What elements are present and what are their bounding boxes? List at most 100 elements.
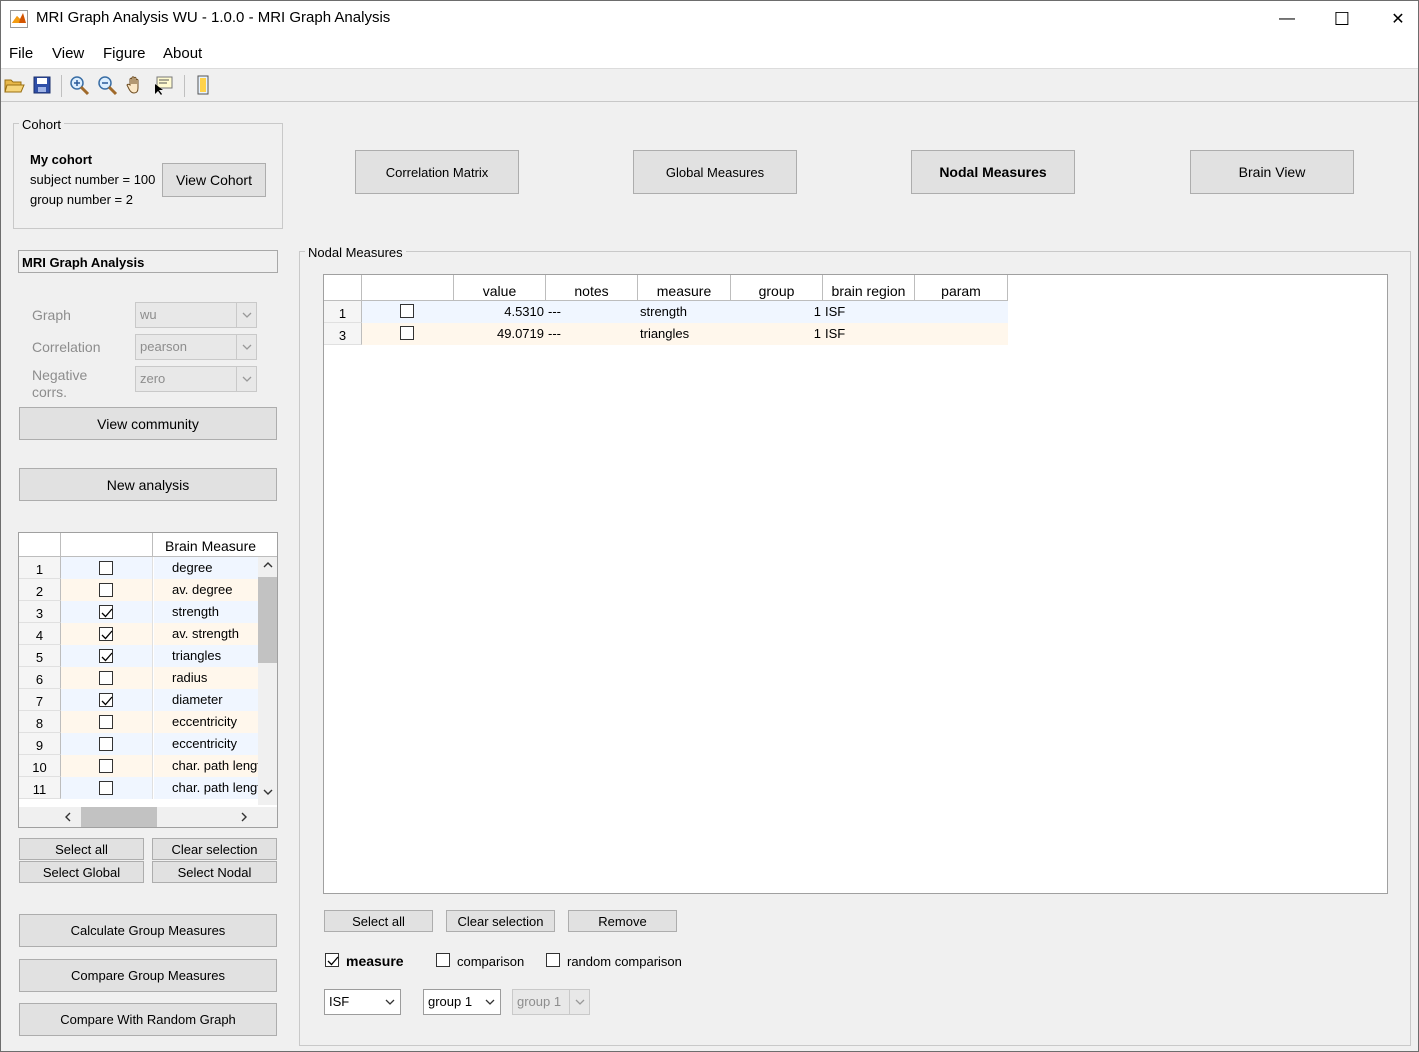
window-title: MRI Graph Analysis WU - 1.0.0 - MRI Grap…: [36, 9, 391, 26]
chevron-down-icon: [480, 990, 500, 1014]
measure-row[interactable]: 8 eccentricity: [19, 711, 259, 733]
global-measures-button[interactable]: Global Measures: [633, 150, 797, 194]
correlation-matrix-button[interactable]: Correlation Matrix: [355, 150, 519, 194]
brain-measures-table[interactable]: Brain Measure 1 degree 2 av. degree 3 strengt…: [18, 532, 278, 828]
compare-random-graph-button[interactable]: Compare With Random Graph: [19, 1003, 277, 1036]
measure-checkbox[interactable]: [99, 693, 113, 707]
measure-checkbox[interactable]: [99, 561, 113, 575]
group-2-select[interactable]: group 1: [512, 989, 590, 1015]
calculate-group-measures-button[interactable]: Calculate Group Measures: [19, 914, 277, 947]
measure-checkbox[interactable]: [99, 583, 113, 597]
nodal-cell-value: 49.0719: [454, 323, 546, 345]
nodal-clear-selection-button[interactable]: Clear selection: [446, 910, 555, 932]
measure-row-number: 8: [19, 711, 61, 733]
measure-row[interactable]: 6 radius: [19, 667, 259, 689]
menu-view[interactable]: View: [52, 45, 84, 62]
nodal-measures-table[interactable]: value notes measure group brain region p…: [323, 274, 1388, 894]
negative-corrs-select[interactable]: zero: [135, 366, 257, 392]
nodal-measures-panel-title: Nodal Measures: [305, 245, 406, 260]
colorbar-icon[interactable]: [192, 74, 214, 96]
view-community-button[interactable]: View community: [19, 407, 277, 440]
analysis-name-field[interactable]: MRI Graph Analysis: [18, 250, 278, 273]
brain-measure-header[interactable]: Brain Measure: [153, 533, 277, 557]
random-comparison-checkbox[interactable]: [546, 953, 560, 967]
header-param[interactable]: param: [915, 275, 1008, 301]
nodal-row-checkbox[interactable]: [400, 326, 414, 340]
measure-name: diameter: [154, 689, 259, 711]
header-notes[interactable]: notes: [546, 275, 638, 301]
scroll-thumb[interactable]: [258, 577, 277, 663]
header-brain-region[interactable]: brain region: [823, 275, 915, 301]
minimize-button[interactable]: —: [1259, 1, 1315, 37]
measure-row[interactable]: 5 triangles: [19, 645, 259, 667]
group-select[interactable]: group 1: [423, 989, 501, 1015]
menu-figure[interactable]: Figure: [103, 45, 146, 62]
brain-view-button[interactable]: Brain View: [1190, 150, 1354, 194]
correlation-select[interactable]: pearson: [135, 334, 257, 360]
open-icon[interactable]: [3, 74, 25, 96]
menu-about[interactable]: About: [163, 45, 202, 62]
measure-checkbox[interactable]: [99, 671, 113, 685]
header-value[interactable]: value: [454, 275, 546, 301]
vertical-scrollbar[interactable]: [258, 557, 277, 805]
measure-row[interactable]: 7 diameter: [19, 689, 259, 711]
graph-select[interactable]: wu: [135, 302, 257, 328]
measure-checkbox[interactable]: [99, 627, 113, 641]
maximize-button[interactable]: ☐: [1314, 1, 1370, 37]
nodal-table-row[interactable]: 3 49.0719 --- triangles 1 ISF: [324, 323, 1008, 345]
new-analysis-button[interactable]: New analysis: [19, 468, 277, 501]
zoom-out-icon[interactable]: [96, 74, 118, 96]
save-icon[interactable]: [31, 74, 53, 96]
measure-row[interactable]: 3 strength: [19, 601, 259, 623]
matlab-icon: [10, 10, 28, 28]
horizontal-scrollbar[interactable]: [19, 807, 277, 827]
measure-checkbox[interactable]: [99, 605, 113, 619]
zoom-in-icon[interactable]: [68, 74, 90, 96]
comparison-checkbox[interactable]: [436, 953, 450, 967]
nodal-select-all-button[interactable]: Select all: [324, 910, 433, 932]
group-select-value: group 1: [428, 994, 473, 1009]
measure-row[interactable]: 2 av. degree: [19, 579, 259, 601]
measure-row[interactable]: 11 char. path length: [19, 777, 259, 799]
clear-selection-button[interactable]: Clear selection: [152, 838, 277, 860]
brain-region-select-value: ISF: [329, 994, 350, 1009]
menu-file[interactable]: File: [9, 45, 33, 62]
nodal-remove-button[interactable]: Remove: [568, 910, 677, 932]
measure-checkbox[interactable]: [99, 759, 113, 773]
measure-name: eccentricity: [154, 711, 259, 733]
scroll-up-icon[interactable]: [258, 561, 277, 573]
measure-row[interactable]: 4 av. strength: [19, 623, 259, 645]
nodal-cell-value: 4.5310: [454, 301, 546, 323]
measure-row[interactable]: 1 degree: [19, 557, 259, 579]
select-nodal-button[interactable]: Select Nodal: [152, 861, 277, 883]
compare-group-measures-button[interactable]: Compare Group Measures: [19, 959, 277, 992]
nodal-row-checkbox[interactable]: [400, 304, 414, 318]
scroll-down-icon[interactable]: [258, 788, 277, 800]
brain-region-select[interactable]: ISF: [324, 989, 401, 1015]
measure-name: strength: [154, 601, 259, 623]
pan-icon[interactable]: [124, 74, 146, 96]
nodal-cell-group: 1: [731, 301, 823, 323]
scroll-left-icon[interactable]: [63, 811, 77, 823]
scroll-right-icon[interactable]: [239, 811, 253, 823]
header-group[interactable]: group: [731, 275, 823, 301]
measure-name: char. path length: [154, 755, 259, 777]
nodal-table-row[interactable]: 1 4.5310 --- strength 1 ISF: [324, 301, 1008, 323]
header-measure[interactable]: measure: [638, 275, 731, 301]
measure-checkbox[interactable]: [325, 953, 339, 967]
data-cursor-icon[interactable]: [152, 74, 174, 96]
select-global-button[interactable]: Select Global: [19, 861, 144, 883]
nodal-measures-button[interactable]: Nodal Measures: [911, 150, 1075, 194]
view-cohort-button[interactable]: View Cohort: [162, 163, 266, 197]
close-button[interactable]: ✕: [1370, 1, 1419, 37]
measure-row-number: 10: [19, 755, 61, 777]
measure-checkbox[interactable]: [99, 649, 113, 663]
scroll-thumb-horizontal[interactable]: [81, 807, 157, 827]
measure-checkbox[interactable]: [99, 737, 113, 751]
measure-row[interactable]: 9 eccentricity: [19, 733, 259, 755]
select-all-button[interactable]: Select all: [19, 838, 144, 860]
measure-checkbox[interactable]: [99, 781, 113, 795]
negative-label-line-1: Negative: [32, 367, 88, 383]
measure-checkbox[interactable]: [99, 715, 113, 729]
measure-row[interactable]: 10 char. path length: [19, 755, 259, 777]
